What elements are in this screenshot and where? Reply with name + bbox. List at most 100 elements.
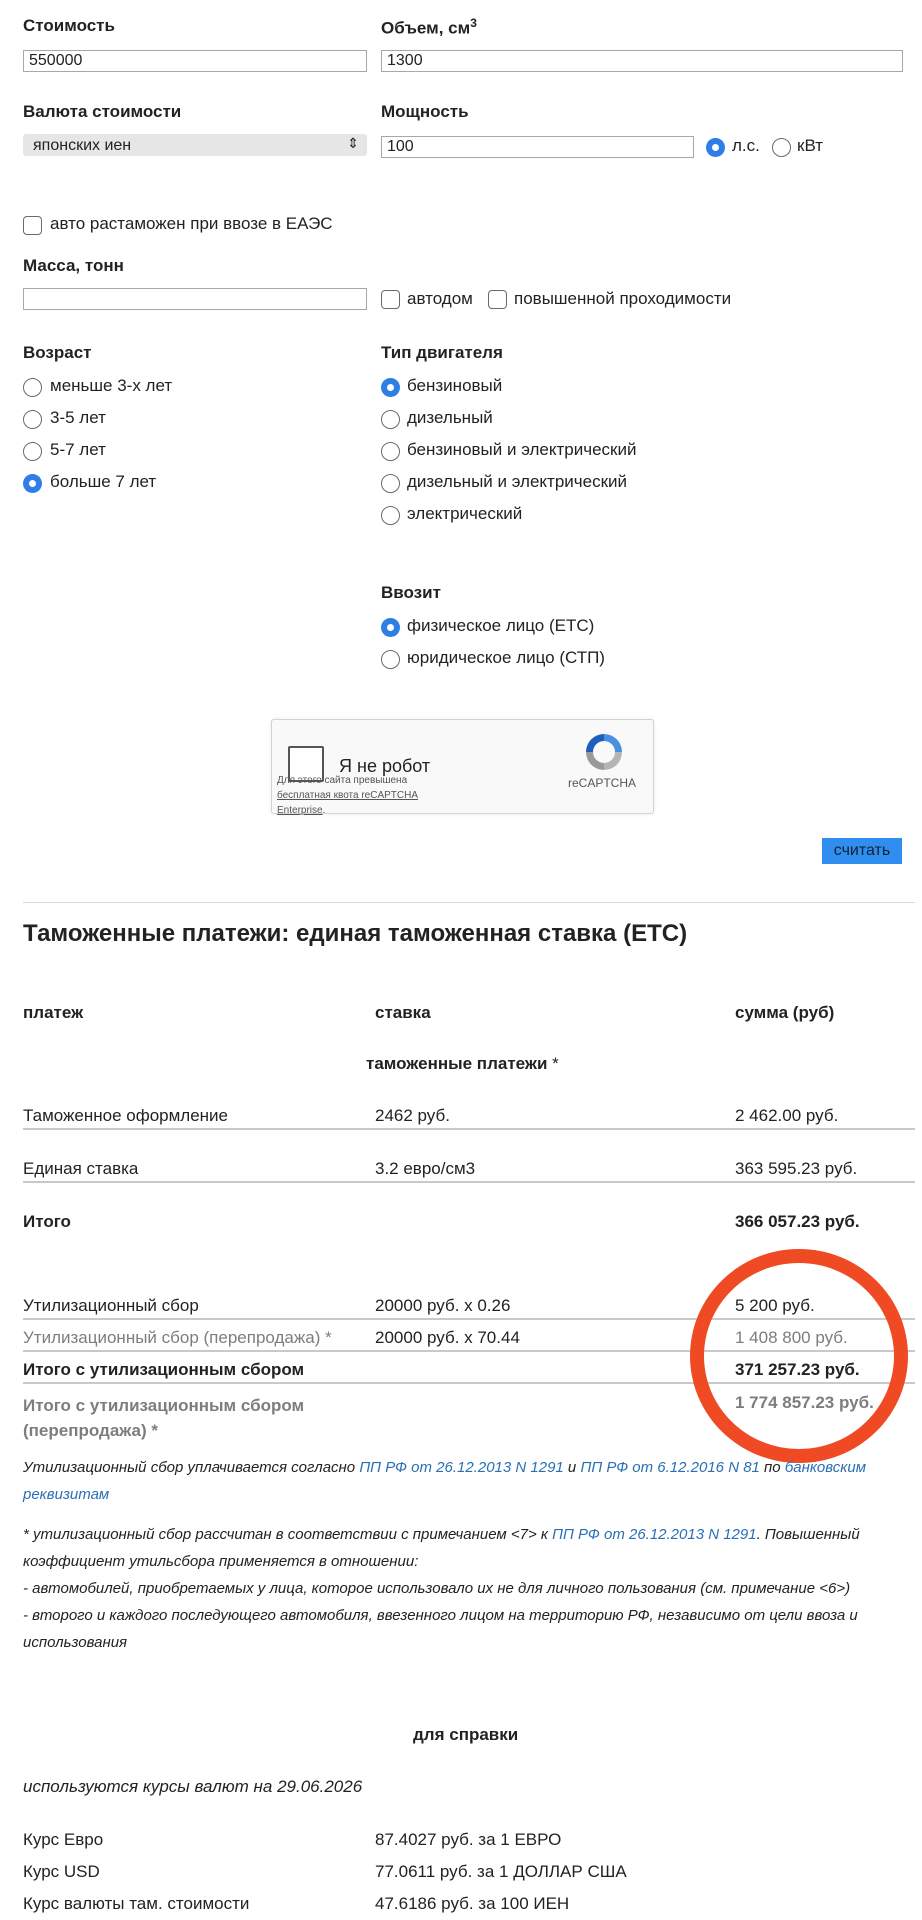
section-title-text: таможенные платежи bbox=[366, 1054, 548, 1073]
row-rate: 2462 руб. bbox=[375, 1106, 450, 1125]
age-radio-3-5[interactable] bbox=[23, 410, 42, 429]
volume-label: Объем, см3 bbox=[381, 16, 477, 39]
recaptcha-logo-icon bbox=[586, 734, 622, 770]
importer-radio-legal[interactable] bbox=[381, 650, 400, 669]
total-util-resale-label: Итого с утилизационным сбором (перепрода… bbox=[23, 1393, 304, 1443]
row-name: Единая ставка bbox=[23, 1159, 139, 1178]
calculate-button[interactable]: считать bbox=[822, 838, 902, 864]
autohome-label: автодом bbox=[407, 289, 473, 308]
age-option-label: 5-7 лет bbox=[50, 440, 106, 459]
age-option-label: меньше 3-х лет bbox=[50, 376, 173, 395]
offroad-checkbox[interactable] bbox=[488, 290, 507, 309]
rates-date: используются курсы валют на 29.06.2026 bbox=[23, 1777, 363, 1796]
cost-label: Стоимость bbox=[23, 16, 115, 35]
total-util-resale-label-line: Итого с утилизационным сбором bbox=[23, 1396, 305, 1415]
col-header-sum: сумма (руб) bbox=[735, 1003, 835, 1022]
volume-label-text: Объем, см bbox=[381, 18, 471, 38]
row-divider bbox=[23, 1181, 915, 1183]
util-payment-note: Утилизационный сбор уплачивается согласн… bbox=[23, 1454, 915, 1508]
row-sum: 2 462.00 руб. bbox=[735, 1106, 839, 1125]
recaptcha-widget: Я не робот Для этого сайта превышена бес… bbox=[271, 719, 654, 816]
power-unit-hp-radio[interactable] bbox=[706, 138, 725, 157]
rate-name: Курс Евро bbox=[23, 1830, 104, 1849]
rate-value: 47.6186 руб. за 100 ИЕН bbox=[375, 1894, 570, 1913]
offroad-label: повышенной проходимости bbox=[514, 289, 732, 308]
engine-option-label: электрический bbox=[407, 504, 523, 523]
note-text: использования bbox=[23, 1634, 128, 1651]
note-text: - автомобилей, приобретаемых у лица, кот… bbox=[23, 1580, 851, 1597]
currency-label: Валюта стоимости bbox=[23, 102, 182, 121]
row-divider bbox=[23, 1128, 915, 1130]
recaptcha-quota-line: Для этого сайта превышена bbox=[277, 775, 408, 786]
pp-rf-81-link[interactable]: ПП РФ от 6.12.2016 N 81 bbox=[580, 1459, 759, 1476]
chevron-updown-icon: ⇕ bbox=[347, 135, 359, 151]
row-sum: 363 595.23 руб. bbox=[735, 1159, 858, 1178]
pp-rf-1291-link[interactable]: ПП РФ от 26.12.2013 N 1291 bbox=[359, 1459, 563, 1476]
note-text: по bbox=[759, 1459, 785, 1476]
rate-value: 87.4027 руб. за 1 ЕВРО bbox=[375, 1830, 562, 1849]
reference-title: для справки bbox=[413, 1725, 519, 1744]
highlight-circle bbox=[690, 1249, 908, 1463]
engine-radio-electric[interactable] bbox=[381, 506, 400, 525]
total-util-resale-label-line: (перепродажа) * bbox=[23, 1421, 158, 1440]
age-radio-lt3[interactable] bbox=[23, 378, 42, 397]
power-unit-hp-label: л.с. bbox=[732, 136, 760, 155]
util-label: Утилизационный сбор bbox=[23, 1296, 199, 1315]
importer-radio-individual[interactable] bbox=[381, 618, 400, 637]
row-name: Таможенное оформление bbox=[23, 1106, 229, 1125]
section-title-star: * bbox=[552, 1054, 559, 1073]
note-text: Утилизационный сбор уплачивается согласн… bbox=[23, 1459, 360, 1476]
util-resale-rate: 20000 руб. x 70.44 bbox=[375, 1328, 520, 1347]
engine-radio-diesel-electric[interactable] bbox=[381, 474, 400, 493]
engine-radio-petrol[interactable] bbox=[381, 378, 400, 397]
rate-name: Курс USD bbox=[23, 1862, 100, 1881]
power-unit-kw-label: кВт bbox=[797, 136, 823, 155]
volume-input[interactable]: 1300 bbox=[381, 50, 903, 72]
row-rate: 3.2 евро/см3 bbox=[375, 1159, 476, 1178]
note-text: коэффициент утильсбора применяется в отн… bbox=[23, 1553, 419, 1570]
divider bbox=[23, 902, 915, 903]
age-radio-gt7[interactable] bbox=[23, 474, 42, 493]
engine-radio-diesel[interactable] bbox=[381, 410, 400, 429]
note-text: - второго и каждого последующего автомоб… bbox=[23, 1607, 858, 1624]
cost-input[interactable]: 550000 bbox=[23, 50, 367, 72]
note-text: . Повышенный bbox=[756, 1526, 860, 1543]
recaptcha-brand: reCAPTCHA bbox=[568, 776, 637, 790]
util-rate: 20000 руб. x 0.26 bbox=[375, 1296, 511, 1315]
engine-option-label: бензиновый bbox=[407, 376, 503, 395]
rate-value: 77.0611 руб. за 1 ДОЛЛАР США bbox=[375, 1862, 627, 1881]
util-calc-note: * утилизационный сбор рассчитан в соотве… bbox=[23, 1521, 922, 1656]
power-input[interactable]: 100 bbox=[381, 136, 694, 158]
age-label: Возраст bbox=[23, 343, 92, 362]
currency-select[interactable]: японских иен ⇕ bbox=[23, 134, 367, 156]
engine-label: Тип двигателя bbox=[381, 343, 503, 362]
engine-option-label: бензиновый и электрический bbox=[407, 440, 637, 459]
note-text: * утилизационный сбор рассчитан в соотве… bbox=[23, 1526, 553, 1543]
util-resale-label: Утилизационный сбор (перепродажа) * bbox=[23, 1328, 332, 1347]
results-title: Таможенные платежи: единая таможенная ст… bbox=[23, 920, 688, 947]
eaes-checkbox[interactable] bbox=[23, 216, 42, 235]
engine-option-label: дизельный bbox=[407, 408, 493, 427]
pp-rf-1291-link[interactable]: ПП РФ от 26.12.2013 N 1291 bbox=[552, 1526, 756, 1543]
bank-details-link[interactable]: банковским bbox=[785, 1459, 866, 1476]
recaptcha-quota-link[interactable]: бесплатная квота reCAPTCHA bbox=[277, 790, 418, 801]
engine-radio-petrol-electric[interactable] bbox=[381, 442, 400, 461]
total-util-label: Итого с утилизационным сбором bbox=[23, 1360, 305, 1379]
age-radio-5-7[interactable] bbox=[23, 442, 42, 461]
engine-option-label: дизельный и электрический bbox=[407, 472, 628, 491]
recaptcha-quota-link[interactable]: Enterprise bbox=[277, 805, 323, 816]
currency-select-value: японских иен bbox=[33, 137, 132, 154]
col-header-payment: платеж bbox=[23, 1003, 84, 1022]
importer-option-label: физическое лицо (ЕТС) bbox=[407, 616, 595, 635]
bank-details-link[interactable]: реквизитам bbox=[23, 1486, 109, 1503]
importer-option-label: юридическое лицо (СТП) bbox=[407, 648, 605, 667]
power-unit-kw-radio[interactable] bbox=[772, 138, 791, 157]
age-option-label: 3-5 лет bbox=[50, 408, 106, 427]
recaptcha-quota-notice: Для этого сайта превышена бесплатная кво… bbox=[277, 775, 419, 816]
volume-label-sup: 3 bbox=[470, 16, 477, 30]
total-label: Итого bbox=[23, 1212, 71, 1231]
power-label: Мощность bbox=[381, 102, 469, 121]
autohome-checkbox[interactable] bbox=[381, 290, 400, 309]
eaes-label: авто растаможен при ввозе в ЕАЭС bbox=[50, 214, 333, 233]
mass-input[interactable] bbox=[23, 288, 367, 310]
